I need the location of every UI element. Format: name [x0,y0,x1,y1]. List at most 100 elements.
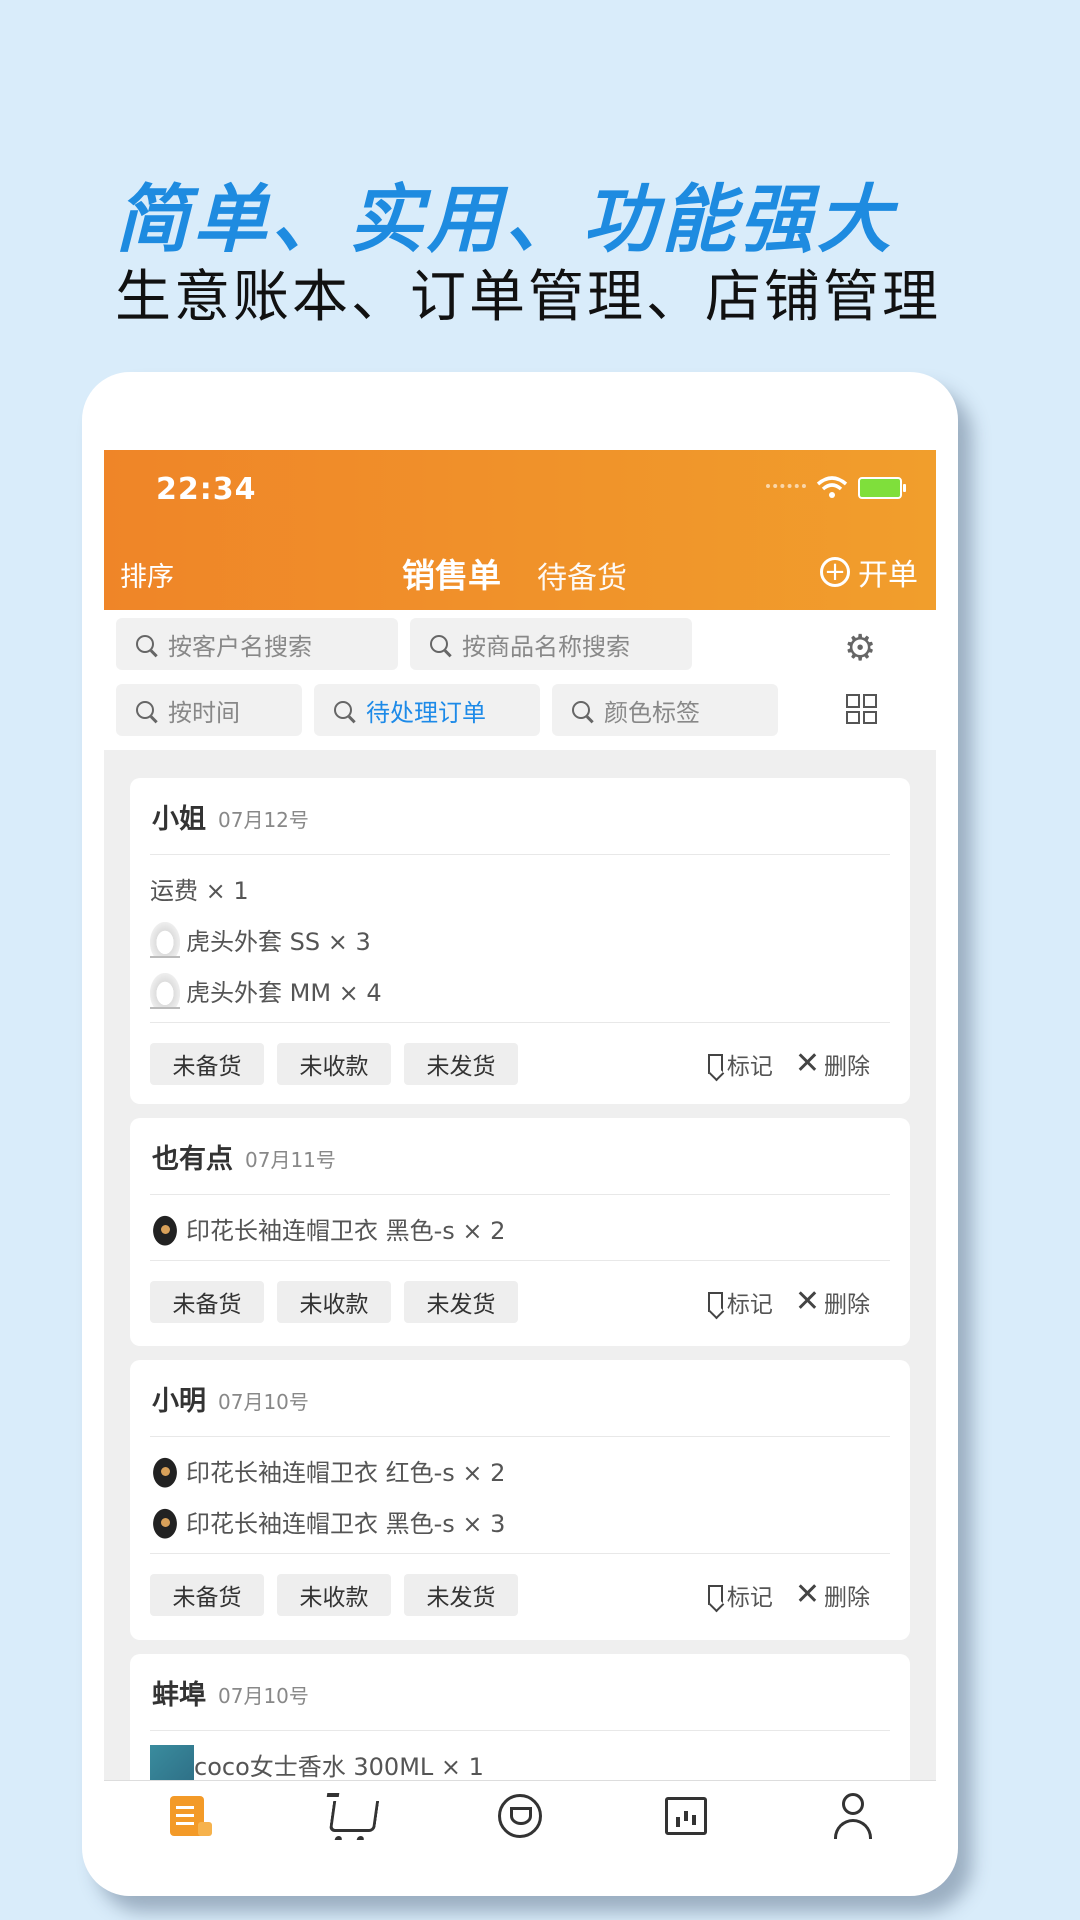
color-tag-filter[interactable]: 颜色标签 [552,684,778,736]
not-paid-chip[interactable]: 未收款 [277,1574,391,1616]
not-paid-chip[interactable]: 未收款 [277,1281,391,1323]
perfume-thumbnail [150,1744,194,1785]
delete-button[interactable]: ✕ 删除 [795,1578,870,1612]
app-screen: 22:34 排序 销售单 待备货 + 开单 按客户名搜索 按商品名称搜索 ⚙ 按… [104,450,936,1840]
search-icon [572,701,590,719]
delete-label: 删除 [824,1054,870,1080]
order-card[interactable]: 也有点 07月11号 印花长袖连帽卫衣 黑色-s × 2 未备货 未收款 未发货… [130,1118,910,1346]
time-filter[interactable]: 按时间 [116,684,302,736]
tab-pending-stock[interactable]: 待备货 [537,553,627,597]
order-date: 07月11号 [245,1147,336,1172]
customer-icon [498,1794,543,1838]
status-time: 22:34 [156,472,257,507]
order-item: 印花长袖连帽卫衣 红色-s × 2 [150,1445,890,1496]
not-shipped-chip[interactable]: 未发货 [404,1281,518,1323]
hoodie-thumbnail [150,1211,180,1246]
pending-orders-filter[interactable]: 待处理订单 [314,684,540,736]
order-header: 蚌埠 07月10号 [150,1654,890,1731]
order-actions: 标记 ✕ 删除 [707,1554,870,1636]
close-icon: ✕ [794,1577,820,1612]
delete-label: 删除 [824,1585,870,1611]
item-text: 运费 × 1 [150,877,249,905]
order-icon [170,1796,213,1836]
delete-label: 删除 [824,1292,870,1318]
close-icon: ✕ [794,1284,820,1319]
search-icon [430,635,448,653]
mark-button[interactable]: 标记 [707,1285,773,1319]
bottom-tab-bar: 订单 商品 客户 统计 我的 [104,1780,936,1840]
bookmark-icon [707,1292,723,1312]
jacket-thumbnail [150,972,180,1009]
order-header: 也有点 07月11号 [150,1118,890,1195]
new-order-label: 开单 [858,558,918,593]
status-icons [766,476,906,500]
close-icon: ✕ [794,1046,820,1081]
time-filter-label: 按时间 [168,698,240,727]
search-icon [136,635,154,653]
order-footer: 未备货 未收款 未发货 标记 ✕ 删除 [130,1261,910,1343]
top-bar: 22:34 排序 销售单 待备货 + 开单 [104,450,936,610]
customer-name: 小姐 [152,803,206,835]
bookmark-icon [707,1054,723,1074]
tab-customers[interactable]: 客户 [437,1781,603,1840]
not-shipped-chip[interactable]: 未发货 [404,1574,518,1616]
order-items: 运费 × 1 虎头外套 SS × 3 虎头外套 MM × 4 [150,855,890,1023]
order-card[interactable]: 小姐 07月12号 运费 × 1 虎头外套 SS × 3 虎头外套 MM × 4… [130,778,910,1104]
order-items: 印花长袖连帽卫衣 红色-s × 2 印花长袖连帽卫衣 黑色-s × 3 [150,1437,890,1554]
order-actions: 标记 ✕ 删除 [707,1261,870,1343]
product-search-placeholder: 按商品名称搜索 [462,632,630,661]
product-search-input[interactable]: 按商品名称搜索 [410,618,692,670]
order-item: 印花长袖连帽卫衣 黑色-s × 2 [150,1203,890,1254]
mark-label: 标记 [726,1292,773,1318]
jacket-thumbnail [150,921,180,958]
customer-search-input[interactable]: 按客户名搜索 [116,618,398,670]
bookmark-icon [707,1585,723,1605]
new-order-button[interactable]: + 开单 [820,550,918,594]
item-text: coco女士香水 300ML × 1 [194,1753,484,1781]
customer-name: 蚌埠 [152,1679,206,1711]
hoodie-thumbnail [150,1453,180,1488]
battery-icon [858,477,906,499]
signal-icon [766,484,806,492]
customer-name: 也有点 [152,1143,233,1175]
filter-panel: 按客户名搜索 按商品名称搜索 ⚙ 按时间 待处理订单 颜色标签 [104,610,936,750]
order-card[interactable]: 小明 07月10号 印花长袖连帽卫衣 红色-s × 2 印花长袖连帽卫衣 黑色-… [130,1360,910,1640]
not-stocked-chip[interactable]: 未备货 [150,1043,264,1085]
qr-grid-icon[interactable] [846,694,878,724]
order-item: 虎头外套 SS × 3 [150,914,890,965]
not-stocked-chip[interactable]: 未备货 [150,1281,264,1323]
not-stocked-chip[interactable]: 未备货 [150,1574,264,1616]
phone-frame: 22:34 排序 销售单 待备货 + 开单 按客户名搜索 按商品名称搜索 ⚙ 按… [82,372,958,1896]
order-items: 印花长袖连帽卫衣 黑色-s × 2 [150,1195,890,1261]
order-actions: 标记 ✕ 删除 [707,1023,870,1104]
stats-icon [665,1797,708,1835]
not-shipped-chip[interactable]: 未发货 [404,1043,518,1085]
order-header: 小明 07月10号 [150,1360,890,1437]
mark-button[interactable]: 标记 [707,1047,773,1081]
tab-profile[interactable]: 我的 [770,1781,936,1840]
sort-button[interactable]: 排序 [120,555,174,594]
item-text: 虎头外套 MM × 4 [186,979,382,1007]
order-footer: 未备货 未收款 未发货 标记 ✕ 删除 [130,1554,910,1636]
color-tag-label: 颜色标签 [604,698,700,727]
item-text: 印花长袖连帽卫衣 红色-s × 2 [186,1459,506,1487]
tab-stats[interactable]: 统计 [603,1781,769,1840]
order-item: 虎头外套 MM × 4 [150,965,890,1016]
tab-sales-order[interactable]: 销售单 [402,549,501,597]
order-footer: 未备货 未收款 未发货 标记 ✕ 删除 [130,1023,910,1104]
customer-name: 小明 [152,1385,206,1417]
mark-label: 标记 [726,1054,773,1080]
not-paid-chip[interactable]: 未收款 [277,1043,391,1085]
tab-orders[interactable]: 订单 [104,1781,270,1840]
search-icon [136,701,154,719]
customer-search-placeholder: 按客户名搜索 [168,632,312,661]
mark-button[interactable]: 标记 [707,1578,773,1612]
delete-button[interactable]: ✕ 删除 [795,1047,870,1081]
wifi-icon [816,476,848,498]
hoodie-thumbnail [150,1504,180,1539]
item-text: 虎头外套 SS × 3 [186,928,371,956]
tab-products[interactable]: 商品 [270,1781,436,1840]
gear-icon[interactable]: ⚙ [844,628,876,669]
delete-button[interactable]: ✕ 删除 [795,1285,870,1319]
plus-circle-icon: + [820,557,850,587]
